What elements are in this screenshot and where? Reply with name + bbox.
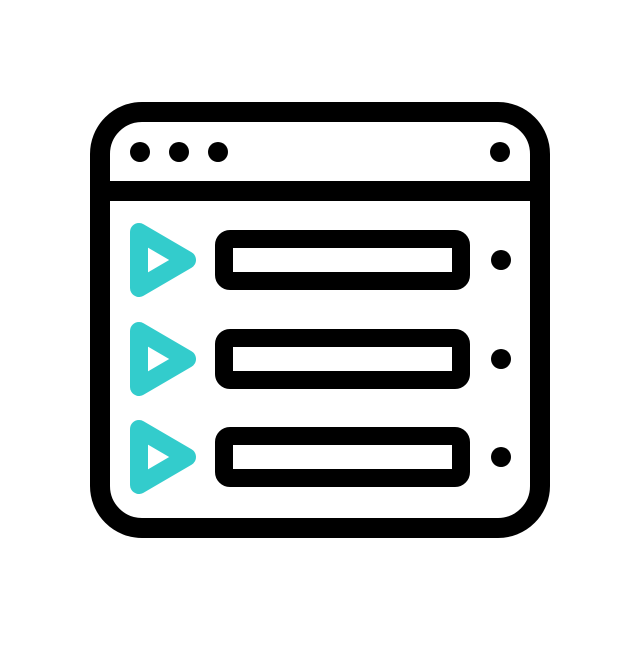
video-playlist-window-icon: [90, 102, 550, 538]
titlebar-dot-2: [169, 142, 189, 162]
play-icon: [130, 322, 196, 396]
titlebar-dot-right: [490, 142, 510, 162]
playlist-bar: [215, 230, 470, 290]
playlist-dot: [491, 447, 511, 467]
titlebar-dot-1: [130, 142, 150, 162]
titlebar-dots: [130, 142, 510, 162]
playlist-item: [130, 420, 511, 494]
playlist-bar: [215, 427, 470, 487]
icon-canvas: [0, 0, 640, 640]
play-icon: [130, 420, 196, 494]
playlist-item: [130, 223, 511, 297]
play-icon: [130, 223, 196, 297]
playlist-item: [130, 322, 511, 396]
playlist-dot: [491, 250, 511, 270]
titlebar-dot-3: [208, 142, 228, 162]
playlist-dot: [491, 349, 511, 369]
playlist-bar: [215, 329, 470, 389]
